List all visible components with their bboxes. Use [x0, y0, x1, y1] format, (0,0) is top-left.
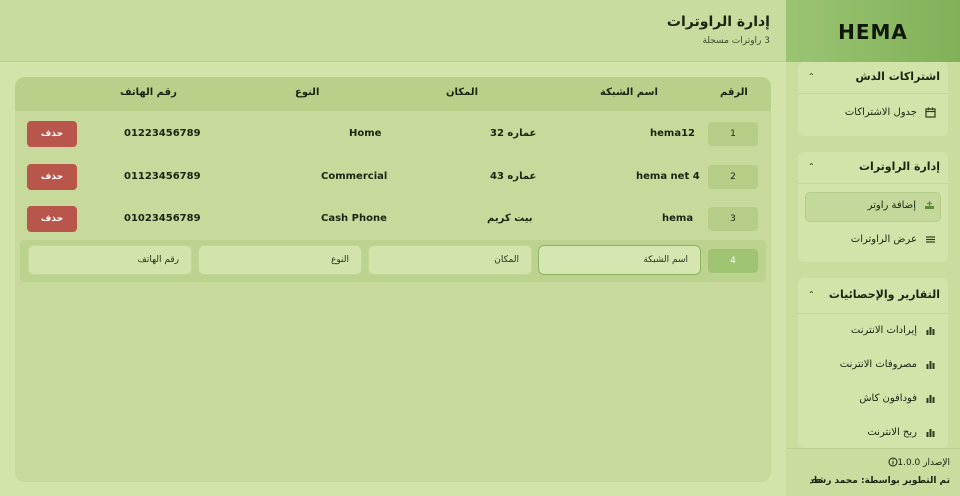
nav-group-routers: إدارة الراوترات ⌃ إضافة راوتر عرض الراوت… — [798, 152, 948, 262]
delete-button[interactable]: حذف — [27, 121, 77, 147]
column-header-location: المكان — [446, 87, 478, 98]
list-icon — [923, 234, 937, 248]
column-header-num: الرقم — [720, 87, 748, 98]
brand-header: HEMA — [786, 0, 960, 62]
nav-group-reports: التقارير والإحصائيات ⌃ إيرادات الانترنت … — [798, 278, 948, 448]
bar-chart-icon — [923, 325, 937, 339]
type-cell: Cash Phone — [321, 213, 387, 224]
column-header-type: النوع — [295, 87, 320, 98]
new-row-number: 4 — [708, 249, 758, 273]
network-name-cell: hema — [662, 213, 694, 224]
sidebar-item-internet-profit[interactable]: ربح الانترنت — [805, 420, 941, 448]
phone-cell: 01023456789 — [124, 213, 201, 224]
delete-button[interactable]: حذف — [27, 164, 77, 190]
sidebar-item-label: ربح الانترنت — [867, 427, 917, 438]
chevron-up-icon: ⌃ — [808, 290, 815, 299]
nav-group-title: التقارير والإحصائيات — [828, 288, 940, 301]
column-header-phone: رقم الهاتف — [120, 87, 177, 98]
developer-credit: تم التطوير بواسطة: محمد رشاد — [809, 476, 950, 486]
sidebar-item-add-router[interactable]: إضافة راوتر — [805, 192, 941, 222]
location-input[interactable] — [368, 245, 532, 275]
link-icon[interactable] — [812, 476, 822, 489]
table-row: 1 hema12 عماره 32 Home 01223456789 حذف — [15, 120, 771, 162]
sidebar: HEMA اشتراكات الدش ⌃ جدول الاشتراكات إدا… — [786, 0, 960, 496]
sidebar-item-view-routers[interactable]: عرض الراوترات — [805, 227, 941, 257]
sidebar-item-subscriptions-table[interactable]: جدول الاشتراكات — [805, 100, 941, 130]
add-router-icon — [922, 200, 936, 214]
chevron-up-icon: ⌃ — [808, 162, 815, 171]
sidebar-item-label: مصروفات الانترنت — [839, 359, 917, 370]
nav-group-header[interactable]: إدارة الراوترات ⌃ — [798, 152, 948, 184]
type-cell: Home — [349, 128, 382, 139]
sidebar-item-label: جدول الاشتراكات — [844, 107, 917, 118]
brand-logo: HEMA — [838, 20, 908, 44]
sidebar-item-label: إيرادات الانترنت — [850, 325, 917, 336]
nav-group-header[interactable]: التقارير والإحصائيات ⌃ — [798, 278, 948, 314]
row-number: 3 — [708, 207, 758, 231]
sidebar-item-internet-revenue[interactable]: إيرادات الانترنت — [805, 318, 941, 348]
row-number: 2 — [708, 165, 758, 189]
bar-chart-icon — [923, 359, 937, 373]
table-row: 2 hema net 4 عماره 43 Commercial 0112345… — [15, 163, 771, 205]
column-header-network: اسم الشبكة — [600, 87, 658, 98]
table-header: الرقم اسم الشبكة المكان النوع رقم الهاتف — [15, 77, 771, 111]
location-cell: عماره 32 — [490, 128, 537, 139]
sidebar-item-label: عرض الراوترات — [850, 234, 917, 245]
nav-group-title: اشتراكات الدش — [855, 70, 940, 83]
row-number: 1 — [708, 122, 758, 146]
phone-cell: 01223456789 — [124, 128, 201, 139]
type-cell: Commercial — [321, 171, 388, 182]
page-subtitle: 3 راوترات مسجلة — [702, 36, 770, 46]
info-icon — [888, 457, 898, 470]
phone-cell: 01123456789 — [124, 171, 201, 182]
sidebar-item-vodafone-cash[interactable]: فودافون كاش — [805, 386, 941, 416]
network-name-input[interactable] — [538, 245, 701, 275]
sidebar-item-label: إضافة راوتر — [867, 200, 916, 211]
location-cell: عماره 43 — [490, 171, 537, 182]
add-router-row: 4 — [20, 240, 766, 282]
sidebar-item-label: فودافون كاش — [859, 393, 917, 404]
network-name-cell: hema net 4 — [636, 171, 700, 182]
network-name-cell: hema12 — [650, 128, 695, 139]
version-text: الإصدار 1.0.0 — [897, 458, 950, 468]
location-cell: بيت كريم — [487, 213, 533, 224]
routers-table-panel: الرقم اسم الشبكة المكان النوع رقم الهاتف… — [15, 77, 771, 482]
nav-group-header[interactable]: اشتراكات الدش ⌃ — [798, 62, 948, 94]
page-title: إدارة الراوترات — [666, 14, 770, 30]
type-input[interactable] — [198, 245, 362, 275]
page-header: إدارة الراوترات 3 راوترات مسجلة — [0, 0, 786, 62]
calendar-icon — [923, 107, 937, 121]
chevron-up-icon: ⌃ — [808, 72, 815, 81]
phone-input[interactable] — [28, 245, 192, 275]
nav-group-dish-subscriptions: اشتراكات الدش ⌃ جدول الاشتراكات — [798, 62, 948, 136]
bar-chart-icon — [923, 393, 937, 407]
sidebar-item-internet-expenses[interactable]: مصروفات الانترنت — [805, 352, 941, 382]
bar-chart-icon — [923, 427, 937, 441]
nav-group-title: إدارة الراوترات — [859, 160, 940, 173]
sidebar-footer: الإصدار 1.0.0 تم التطوير بواسطة: محمد رش… — [786, 448, 960, 496]
delete-button[interactable]: حذف — [27, 206, 77, 232]
